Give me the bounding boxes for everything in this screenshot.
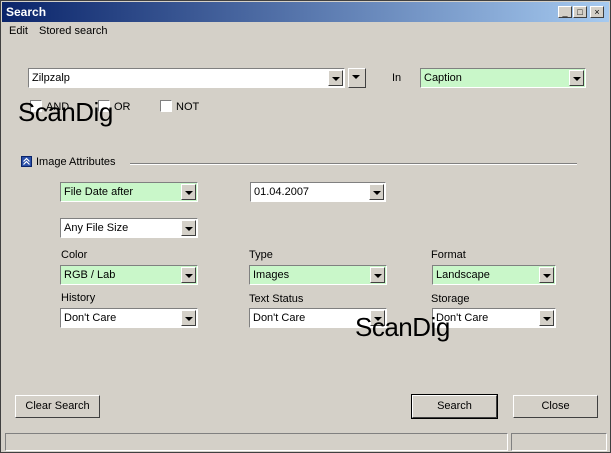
scandig-watermark-logo: ScanDig — [18, 97, 113, 127]
history-label: History — [61, 292, 96, 304]
type-select[interactable]: Images — [249, 265, 387, 285]
chevron-down-icon[interactable] — [328, 70, 343, 86]
collapse-icon[interactable] — [21, 156, 32, 167]
minimize-button[interactable]: _ — [558, 6, 572, 18]
history-select[interactable]: Don't Care — [60, 308, 198, 328]
menu-stored-search[interactable]: Stored search — [39, 25, 107, 37]
menu-bar: Edit Stored search — [2, 23, 609, 41]
chevron-down-icon[interactable] — [181, 310, 196, 326]
chevron-down-icon[interactable] — [181, 184, 196, 200]
search-in-value: Caption — [424, 72, 462, 84]
query-options-button[interactable] — [348, 68, 366, 88]
not-label: NOT — [176, 101, 200, 113]
date-picker[interactable]: 01.04.2007 — [250, 182, 386, 202]
search-window: Search _ □ × Edit Stored search Zilpzalp… — [0, 0, 611, 453]
section-divider — [130, 163, 577, 165]
close-button[interactable]: Close — [513, 395, 598, 418]
status-bar-main — [5, 433, 508, 451]
history-value: Don't Care — [64, 312, 117, 324]
chevron-down-icon[interactable] — [569, 70, 584, 86]
color-select[interactable]: RGB / Lab — [60, 265, 198, 285]
type-value: Images — [253, 269, 290, 281]
format-select[interactable]: Landscape — [432, 265, 556, 285]
text-status-label: Text Status — [249, 293, 304, 305]
format-label: Format — [431, 249, 466, 261]
date-mode-value: File Date after — [64, 186, 134, 198]
in-label: In — [392, 72, 402, 84]
or-label: OR — [114, 101, 131, 113]
storage-select[interactable]: Don't Care — [432, 308, 556, 328]
image-attributes-header: Image Attributes — [36, 156, 116, 168]
window-title: Search — [6, 5, 47, 19]
date-value: 01.04.2007 — [254, 186, 310, 198]
format-value: Landscape — [436, 269, 490, 281]
maximize-button[interactable]: □ — [573, 6, 587, 18]
file-size-value: Any File Size — [64, 222, 129, 234]
scandig-watermark-logo: ScanDig — [355, 312, 450, 342]
storage-label: Storage — [431, 293, 470, 305]
not-checkbox[interactable] — [160, 100, 172, 112]
chevron-down-icon[interactable] — [370, 267, 385, 283]
chevron-down-icon[interactable] — [369, 184, 384, 200]
search-in-select[interactable]: Caption — [420, 68, 586, 88]
date-mode-select[interactable]: File Date after — [60, 182, 198, 202]
chevron-down-icon[interactable] — [539, 267, 554, 283]
type-label: Type — [249, 249, 273, 261]
color-label: Color — [61, 249, 88, 261]
text-status-value: Don't Care — [253, 312, 306, 324]
status-bar-secondary — [511, 433, 607, 451]
menu-edit[interactable]: Edit — [9, 25, 28, 37]
chevron-down-icon[interactable] — [539, 310, 554, 326]
chevron-down-icon — [349, 69, 365, 87]
search-query-combo[interactable]: Zilpzalp — [28, 68, 345, 88]
title-bar[interactable]: Search _ □ × — [2, 2, 609, 22]
chevron-down-icon[interactable] — [181, 220, 196, 236]
chevron-down-icon[interactable] — [181, 267, 196, 283]
close-window-button[interactable]: × — [590, 6, 604, 18]
clear-search-button[interactable]: Clear Search — [15, 395, 100, 418]
search-button[interactable]: Search — [411, 394, 498, 419]
color-value: RGB / Lab — [64, 269, 116, 281]
file-size-select[interactable]: Any File Size — [60, 218, 198, 238]
search-query-value: Zilpzalp — [32, 72, 70, 84]
